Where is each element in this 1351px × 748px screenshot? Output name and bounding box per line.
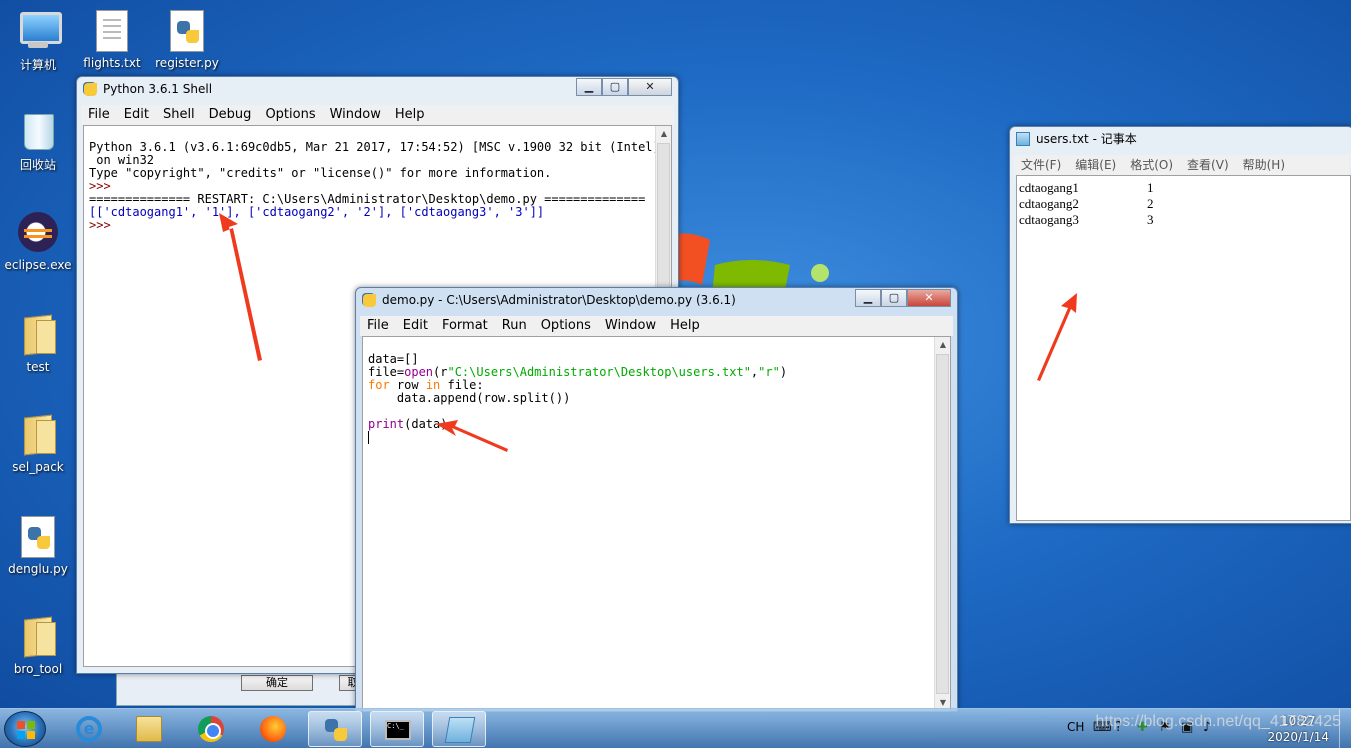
taskbar-file-explorer[interactable]: [122, 711, 176, 747]
notepad-row: cdtaogang3 3: [1019, 212, 1154, 227]
notepad-menubar: 文件(F) 编辑(E) 格式(O) 查看(V) 帮助(H): [1014, 155, 1349, 175]
menu-shell[interactable]: Shell: [156, 105, 202, 125]
shell-titlebar[interactable]: Python 3.6.1 Shell ▁ ▢ ✕: [77, 77, 678, 101]
menu-edit[interactable]: Edit: [117, 105, 156, 125]
folder-icon: [16, 412, 60, 456]
desktop-icon-test[interactable]: test: [0, 312, 76, 374]
taskbar-notepad[interactable]: [432, 711, 486, 747]
python-idle-icon: [323, 717, 349, 743]
taskbar-internet-explorer[interactable]: e: [62, 711, 116, 747]
maximize-button[interactable]: ▢: [602, 78, 628, 96]
menu-window[interactable]: Window: [598, 316, 663, 336]
language-indicator[interactable]: CH: [1067, 720, 1084, 734]
editor-title: demo.py - C:\Users\Administrator\Desktop…: [382, 293, 736, 307]
taskbar-python-idle[interactable]: [308, 711, 362, 747]
menu-options[interactable]: Options: [534, 316, 598, 336]
code-line: print(data): [368, 417, 448, 431]
menu-format[interactable]: 格式(O): [1123, 155, 1180, 175]
menu-window[interactable]: Window: [323, 105, 388, 125]
shell-output-line: [['cdtaogang1', '1'], ['cdtaogang2', '2'…: [89, 205, 545, 219]
minimize-button[interactable]: ▁: [576, 78, 602, 96]
taskbar-cmd[interactable]: C:\_: [370, 711, 424, 747]
menu-debug[interactable]: Debug: [202, 105, 259, 125]
menu-edit[interactable]: Edit: [396, 316, 435, 336]
menu-help[interactable]: Help: [663, 316, 707, 336]
desktop-icon-bro-tool[interactable]: bro_tool: [0, 614, 76, 676]
notepad-row: cdtaogang2 2: [1019, 196, 1154, 211]
menu-view[interactable]: 查看(V): [1180, 155, 1236, 175]
ok-button[interactable]: 确定: [241, 675, 313, 691]
menu-file[interactable]: File: [81, 105, 117, 125]
shell-prompt: >>>: [89, 218, 118, 232]
eclipse-icon: [16, 210, 60, 254]
folder-icon: [16, 312, 60, 356]
notepad-window[interactable]: users.txt - 记事本 文件(F) 编辑(E) 格式(O) 查看(V) …: [1009, 126, 1351, 524]
desktop-icon-register-py[interactable]: register.py: [149, 8, 225, 70]
taskbar-chrome[interactable]: [184, 711, 238, 747]
recycle-bin-icon: [16, 108, 60, 152]
code-editor[interactable]: data=[] file=open(r"C:\Users\Administrato…: [362, 336, 951, 712]
editor-scrollbar[interactable]: ▲ ▼: [934, 337, 950, 711]
notepad-icon: [444, 717, 476, 743]
menu-run[interactable]: Run: [495, 316, 534, 336]
editor-window[interactable]: demo.py - C:\Users\Administrator\Desktop…: [355, 287, 958, 712]
shell-line: Type "copyright", "credits" or "license(…: [89, 166, 552, 180]
notepad-title: users.txt - 记事本: [1036, 132, 1137, 146]
maximize-icon: ▢: [609, 80, 621, 93]
python-idle-icon: [83, 82, 97, 96]
shell-menubar: File Edit Shell Debug Options Window Hel…: [81, 105, 674, 125]
close-icon: ✕: [645, 80, 655, 93]
menu-help[interactable]: 帮助(H): [1236, 155, 1292, 175]
clock-date: 2020/1/14: [1267, 730, 1329, 744]
python-file-icon: [21, 516, 55, 558]
computer-icon: [16, 8, 62, 52]
internet-explorer-icon: e: [76, 716, 102, 742]
shell-title: Python 3.6.1 Shell: [103, 82, 213, 96]
close-button[interactable]: ✕: [628, 78, 672, 96]
menu-help[interactable]: Help: [388, 105, 432, 125]
notepad-text-area[interactable]: cdtaogang1 1 cdtaogang2 2 cdtaogang3 3: [1016, 175, 1351, 521]
chrome-icon: [198, 716, 224, 742]
desktop-icon-eclipse[interactable]: eclipse.exe: [0, 210, 76, 272]
folder-icon: [16, 614, 60, 658]
taskbar-firefox[interactable]: [246, 711, 300, 747]
start-button[interactable]: [4, 711, 46, 747]
notepad-titlebar[interactable]: users.txt - 记事本: [1010, 127, 1351, 151]
python-idle-icon: [362, 293, 376, 307]
firefox-icon: [260, 716, 286, 742]
maximize-button[interactable]: ▢: [881, 289, 907, 307]
scroll-thumb[interactable]: [936, 354, 949, 694]
menu-file[interactable]: File: [360, 316, 396, 336]
menu-edit[interactable]: 编辑(E): [1068, 155, 1123, 175]
windows-flag-icon: [17, 721, 35, 739]
editor-titlebar[interactable]: demo.py - C:\Users\Administrator\Desktop…: [356, 288, 957, 312]
menu-file[interactable]: 文件(F): [1014, 155, 1068, 175]
python-file-icon: [170, 10, 204, 52]
shell-line: Python 3.6.1 (v3.6.1:69c0db5, Mar 21 201…: [89, 140, 667, 154]
file-explorer-icon: [136, 716, 162, 742]
maximize-icon: ▢: [888, 291, 900, 304]
minimize-button[interactable]: ▁: [855, 289, 881, 307]
cmd-icon: C:\_: [385, 720, 411, 740]
desktop-icon-flights-txt[interactable]: flights.txt: [74, 8, 150, 70]
code-line: data.append(row.split()): [368, 391, 571, 405]
notepad-icon: [1016, 132, 1030, 146]
scroll-up-icon[interactable]: ▲: [656, 126, 671, 142]
notepad-row: cdtaogang1 1: [1019, 180, 1154, 195]
desktop-icon-denglu-py[interactable]: denglu.py: [0, 514, 76, 576]
text-file-icon: [96, 10, 128, 52]
menu-format[interactable]: Format: [435, 316, 495, 336]
minimize-icon: ▁: [863, 291, 873, 304]
text-cursor: [368, 431, 369, 444]
minimize-icon: ▁: [584, 80, 594, 93]
close-icon: ✕: [924, 291, 934, 304]
desktop-icon-sel-pack[interactable]: sel_pack: [0, 412, 76, 474]
editor-menubar: File Edit Format Run Options Window Help: [360, 316, 953, 336]
watermark: https://blog.csdn.net/qq_41782425: [1095, 713, 1341, 730]
desktop-icon-computer[interactable]: 计算机: [0, 8, 76, 73]
scroll-up-icon[interactable]: ▲: [935, 337, 950, 353]
desktop-icon-recycle-bin[interactable]: 回收站: [0, 108, 76, 173]
menu-options[interactable]: Options: [258, 105, 322, 125]
close-button[interactable]: ✕: [907, 289, 951, 307]
